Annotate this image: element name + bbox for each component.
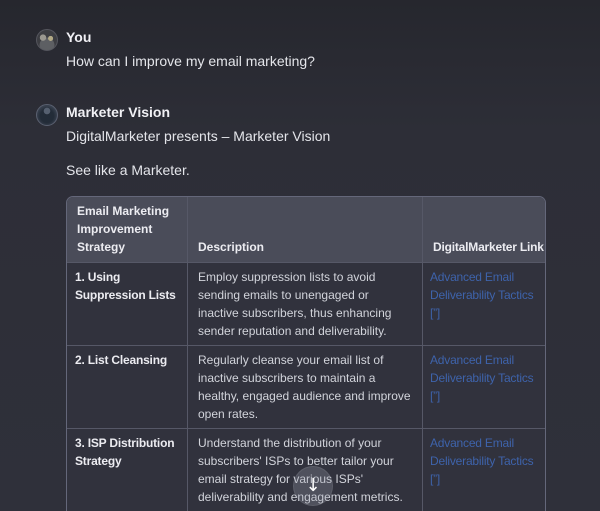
strategy-table: Email Marketing Improvement Strategy Des… [66, 196, 546, 511]
assistant-avatar [36, 104, 58, 126]
link-cell: Advanced Email Deliverability Tactics [”… [423, 346, 545, 429]
user-turn: You How can I improve my email marketing… [36, 28, 545, 71]
user-turn-body: You How can I improve my email marketing… [66, 28, 545, 71]
deliverability-link[interactable]: Advanced Email Deliverability Tactics [”… [430, 436, 533, 486]
scroll-to-bottom-button[interactable]: ↓ [293, 466, 333, 506]
assistant-intro-text: DigitalMarketer presents – Marketer Visi… [66, 126, 545, 146]
table-row: 1. Using Suppression Lists Employ suppre… [67, 263, 545, 346]
user-name: You [66, 28, 545, 46]
assistant-turn-body: Marketer Vision DigitalMarketer presents… [66, 103, 545, 511]
deliverability-link[interactable]: Advanced Email Deliverability Tactics [”… [430, 353, 533, 403]
assistant-tagline-text: See like a Marketer. [66, 160, 545, 180]
header-link: DigitalMarketer Link [423, 197, 545, 263]
strategy-cell: 1. Using Suppression Lists [67, 263, 188, 346]
table-header-row: Email Marketing Improvement Strategy Des… [67, 197, 545, 263]
user-message-text: How can I improve my email marketing? [66, 51, 545, 71]
header-description: Description [188, 197, 423, 263]
link-cell: Advanced Email Deliverability Tactics [”… [423, 263, 545, 346]
link-label: Advanced Email Deliverability Tactics [430, 270, 533, 302]
link-label: Advanced Email Deliverability Tactics [430, 353, 533, 385]
citation-icon[interactable]: [”] [430, 472, 440, 486]
header-strategy: Email Marketing Improvement Strategy [67, 197, 188, 263]
assistant-turn: Marketer Vision DigitalMarketer presents… [36, 103, 545, 511]
deliverability-link[interactable]: Advanced Email Deliverability Tactics [”… [430, 270, 533, 320]
citation-icon[interactable]: [”] [430, 306, 440, 320]
citation-icon[interactable]: [”] [430, 389, 440, 403]
chat-viewport: You How can I improve my email marketing… [0, 0, 600, 511]
strategy-cell: 2. List Cleansing [67, 346, 188, 429]
table-row: 2. List Cleansing Regularly cleanse your… [67, 346, 545, 429]
chat-app: { "user_turn": { "name": "You", "message… [0, 0, 600, 511]
user-avatar [36, 29, 58, 51]
strategy-cell: 3. ISP Distribution Strategy [67, 429, 188, 511]
description-cell: Employ suppression lists to avoid sendin… [188, 263, 423, 346]
link-cell: Advanced Email Deliverability Tactics [”… [423, 429, 545, 511]
link-label: Advanced Email Deliverability Tactics [430, 436, 533, 468]
description-cell: Regularly cleanse your email list of ina… [188, 346, 423, 429]
arrow-down-icon: ↓ [305, 477, 320, 495]
assistant-name: Marketer Vision [66, 103, 545, 121]
